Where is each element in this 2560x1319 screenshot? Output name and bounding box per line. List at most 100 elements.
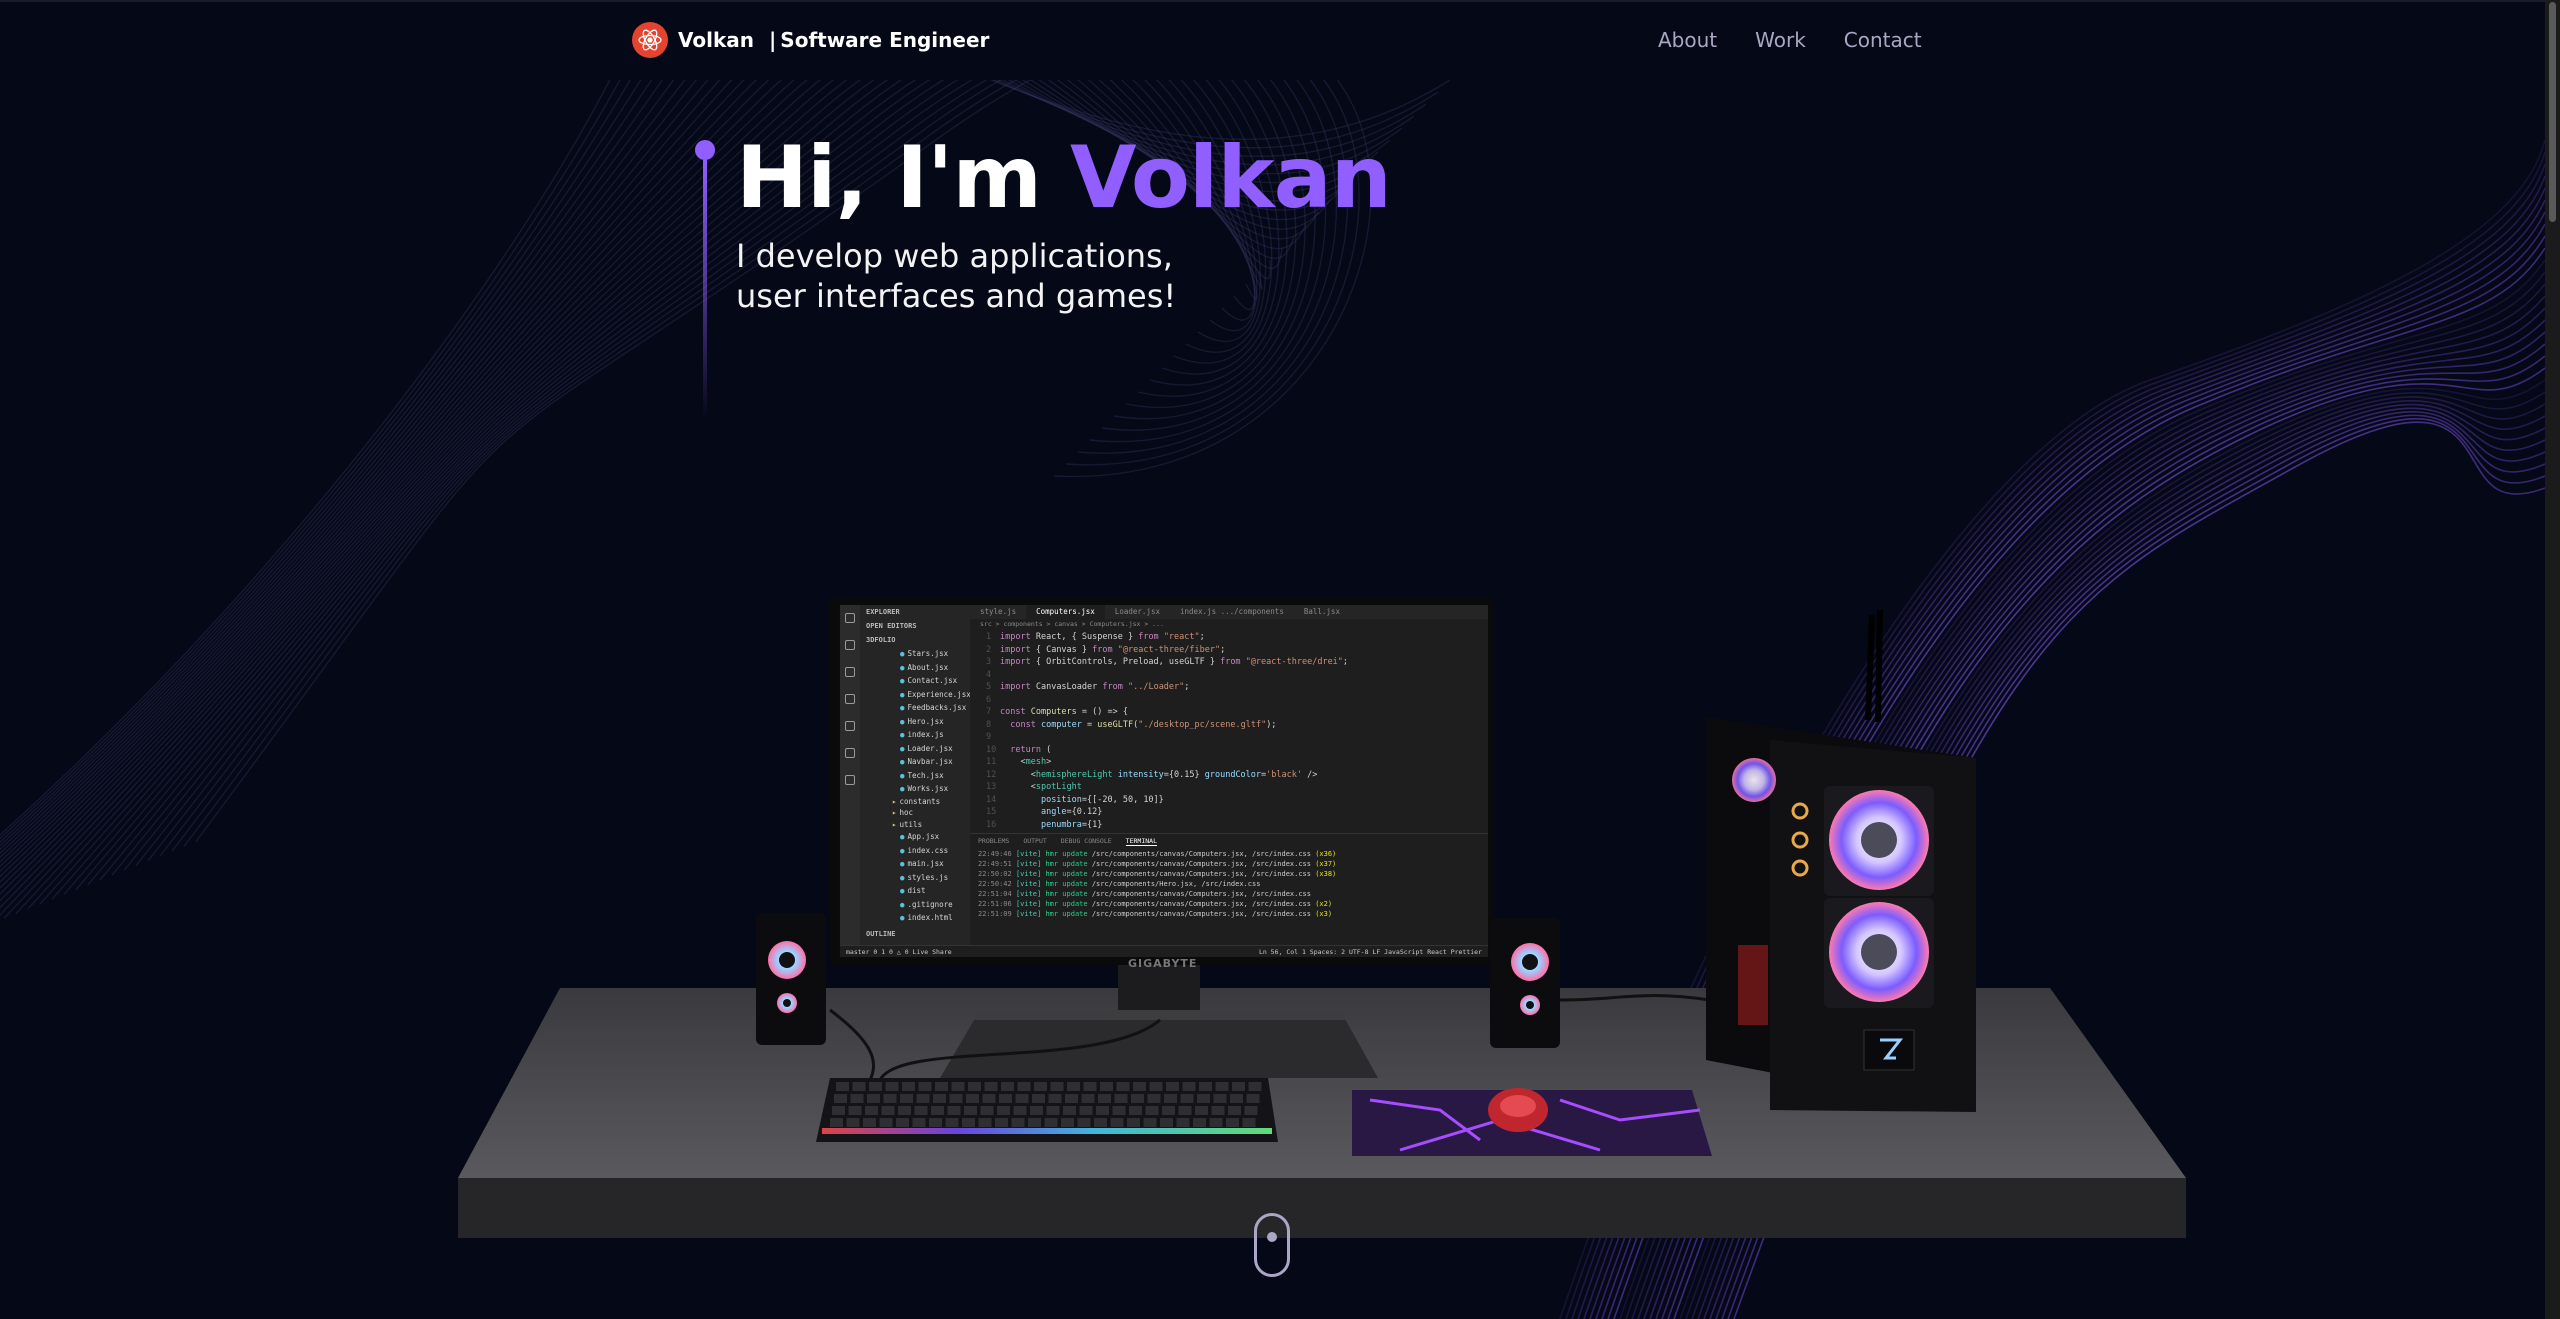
keyboard-key [1215,1082,1229,1091]
keyboard-key [1166,1082,1179,1091]
page-scrollbar[interactable] [2545,0,2560,1319]
explorer-sidebar: EXPLORER OPEN EDITORS 3DFOLIO ● Stars.jsx… [860,605,971,945]
keyboard-key [945,1118,959,1127]
brand-link[interactable]: Volkan | Software Engineer [632,22,989,58]
file-icon: ● [900,716,905,726]
explorer-file: ● Loader.jsx [860,742,970,756]
hero-name: Volkan [1069,128,1392,228]
keyboard-key [1015,1094,1029,1103]
file-icon: ● [900,784,905,793]
keyboard-key [1114,1094,1128,1103]
status-bar: master 0 1 0 △ 0 Live Share Ln 56, Col 1… [840,945,1488,957]
file-icon: ● [900,845,905,855]
file-icon: ● [900,757,905,766]
scrollbar-thumb[interactable] [2549,2,2556,222]
folder-icon: ▸ [892,796,897,806]
keyboard-key [1180,1094,1194,1103]
explorer-file-label: index.html [907,913,953,922]
explorer-file-label: Contact.jsx [907,676,958,685]
keyboard-key [1079,1106,1093,1115]
keyboard-key [865,1106,878,1115]
explorer-file: ● About.jsx [860,661,970,675]
keyboard-key [848,1106,862,1115]
explorer-file-label: Works.jsx [907,784,949,793]
keyboard-key [1149,1082,1163,1091]
file-icon: ● [900,743,905,753]
monitor-screen: EXPLORER OPEN EDITORS 3DFOLIO ● Stars.jsx… [838,603,1490,959]
file-icon: ● [900,649,905,658]
keyboard-key [1032,1094,1045,1103]
keyboard-key [1182,1082,1196,1091]
keyboard-key [980,1106,994,1115]
keyboard-key [935,1082,948,1091]
brand-text: Volkan | Software Engineer [678,28,989,52]
editor-tabs: style.js Computers.jsx Loader.jsx index.js … [970,605,1488,619]
explorer-file-label: Tech.jsx [907,770,944,780]
keyboard-key [1195,1106,1208,1115]
keyboard-key [1127,1118,1140,1127]
file-icon: ● [900,832,905,841]
keyboard-key [1050,1082,1064,1091]
keyboard-key [1213,1094,1227,1103]
file-icon: ● [900,899,905,909]
keyboard-key [1244,1106,1258,1115]
keyboard-key [1061,1118,1074,1127]
keyboard-key [867,1094,880,1103]
explorer-file-label: Loader.jsx [907,743,953,753]
navbar: Volkan | Software Engineer About Work Con… [0,0,2545,80]
file-icon: ● [900,676,905,685]
open-editors-header: OPEN EDITORS [866,622,917,630]
file-icon: ● [900,859,905,868]
keyboard-key [881,1106,895,1115]
file-list: ● Stars.jsx ● About.jsx ● Contact.jsx ● Experie… [860,647,971,925]
keyboard-key [1178,1106,1192,1115]
explorer-file: ● styles.js [860,871,970,885]
hero-subtitle-line2: user interfaces and games! [736,277,1177,315]
explorer-file-label: App.jsx [907,832,940,841]
source-control-icon [845,667,855,677]
mouse-scroll-icon[interactable] [1254,1213,1290,1277]
nav-link-contact[interactable]: Contact [1844,28,1922,52]
keyboard-key [1133,1082,1146,1091]
terminal-panel: PROBLEMS OUTPUT DEBUG CONSOLE TERMINAL 22:4… [970,833,1488,946]
keyboard-key [916,1094,930,1103]
run-debug-icon [845,694,855,704]
keyboard-key [931,1106,944,1115]
keyboard-key [933,1094,946,1103]
explorer-file: ● Experience.jsx [860,688,971,702]
explorer-file: ● Hero.jsx [860,715,970,729]
keyboard-key [1013,1106,1027,1115]
keyboard-key [1098,1094,1111,1103]
panel-tab: PROBLEMS [978,837,1010,845]
explorer-file-label: styles.js [907,872,949,882]
status-left: master 0 1 0 △ 0 Live Share [846,947,952,956]
speaker-left [756,913,826,1045]
keyboard-key [1143,1118,1157,1127]
hero-accent-dot [695,140,715,160]
keyboard-key [1034,1082,1047,1091]
file-icon: ● [900,730,905,739]
explorer-file-label: Stars.jsx [907,649,949,658]
keyboard-key [1197,1094,1210,1103]
explorer-file-label: constants [899,796,941,806]
explorer-file: ● Tech.jsx [860,769,970,783]
explorer-file: ● dist [860,884,970,898]
terminal-output: 22:49:46 [vite] hmr update /src/componen… [978,850,1337,918]
nav-link-about[interactable]: About [1658,28,1717,52]
speaker-right [1490,918,1560,1048]
keyboard-key [914,1106,928,1115]
folder-icon: ▸ [892,819,897,829]
monitor-brand-label: GIGABYTE [1128,957,1198,970]
keyboard-key [1230,1094,1243,1103]
status-right: Ln 56, Col 1 Spaces: 2 UTF-8 LF JavaScri… [1258,947,1482,956]
keyboard-key [1011,1118,1025,1127]
keyboard-key [883,1094,897,1103]
nav-link-work[interactable]: Work [1755,28,1806,52]
keyboard-key [834,1094,847,1103]
keyboard-key [1094,1118,1107,1127]
keyboard-key [1248,1082,1262,1091]
keyboard-key [900,1094,913,1103]
explorer-file: ● Works.jsx [860,782,970,796]
explorer-file-label: hoc [899,808,914,817]
explorer-file-label: Navbar.jsx [907,757,953,766]
